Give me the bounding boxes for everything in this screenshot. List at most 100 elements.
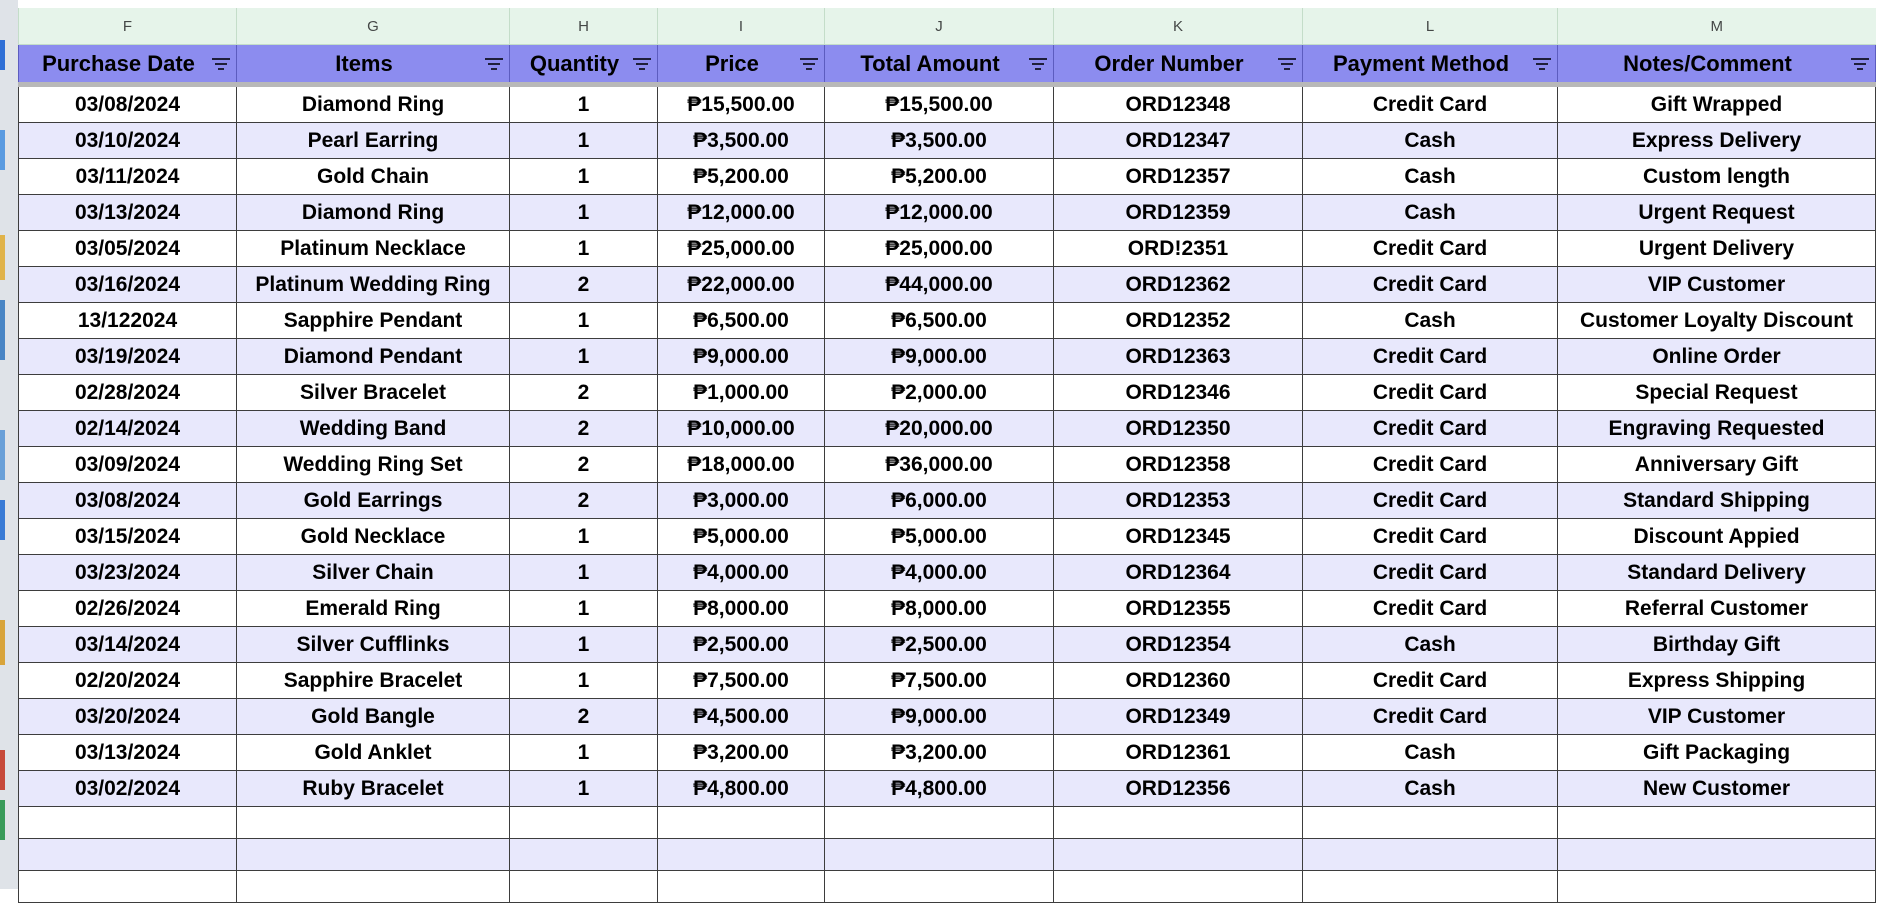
cell-price[interactable]: ₱3,000.00 (657, 482, 825, 519)
cell-order-number[interactable]: ORD12353 (1053, 482, 1303, 519)
cell-quantity[interactable]: 2 (509, 410, 658, 447)
cell-items[interactable]: Gold Necklace (236, 518, 510, 555)
cell-total-amount[interactable]: ₱25,000.00 (824, 230, 1054, 267)
filter-icon[interactable] (1029, 58, 1047, 72)
cell-purchase-date[interactable]: 03/11/2024 (18, 158, 237, 195)
filter-icon[interactable] (633, 58, 651, 72)
cell-price[interactable]: ₱10,000.00 (657, 410, 825, 447)
column-header-i[interactable]: I (657, 8, 825, 45)
header-cell-price[interactable]: Price (657, 44, 825, 87)
cell-items[interactable]: Diamond Pendant (236, 338, 510, 375)
cell-order-number[interactable]: ORD12355 (1053, 590, 1303, 627)
cell-order-number[interactable]: ORD12354 (1053, 626, 1303, 663)
cell-purchase-date[interactable]: 03/08/2024 (18, 84, 237, 123)
cell-notes-comment[interactable]: Gift Packaging (1557, 734, 1876, 771)
cell-total-amount[interactable]: ₱3,200.00 (824, 734, 1054, 771)
empty-cell[interactable] (1053, 806, 1303, 839)
cell-order-number[interactable]: ORD12349 (1053, 698, 1303, 735)
cell-notes-comment[interactable]: Engraving Requested (1557, 410, 1876, 447)
cell-total-amount[interactable]: ₱44,000.00 (824, 266, 1054, 303)
empty-cell[interactable] (1557, 806, 1876, 839)
cell-purchase-date[interactable]: 03/10/2024 (18, 122, 237, 159)
header-cell-payment-method[interactable]: Payment Method (1302, 44, 1558, 87)
cell-price[interactable]: ₱1,000.00 (657, 374, 825, 411)
cell-quantity[interactable]: 1 (509, 194, 658, 231)
cell-quantity[interactable]: 2 (509, 374, 658, 411)
cell-purchase-date[interactable]: 02/28/2024 (18, 374, 237, 411)
cell-total-amount[interactable]: ₱8,000.00 (824, 590, 1054, 627)
cell-items[interactable]: Gold Anklet (236, 734, 510, 771)
cell-purchase-date[interactable]: 03/08/2024 (18, 482, 237, 519)
cell-total-amount[interactable]: ₱6,000.00 (824, 482, 1054, 519)
cell-payment-method[interactable]: Credit Card (1302, 266, 1558, 303)
cell-items[interactable]: Silver Chain (236, 554, 510, 591)
cell-total-amount[interactable]: ₱5,000.00 (824, 518, 1054, 555)
empty-cell[interactable] (18, 806, 237, 839)
cell-notes-comment[interactable]: Urgent Request (1557, 194, 1876, 231)
cell-price[interactable]: ₱12,000.00 (657, 194, 825, 231)
cell-order-number[interactable]: ORD12364 (1053, 554, 1303, 591)
cell-price[interactable]: ₱3,200.00 (657, 734, 825, 771)
cell-items[interactable]: Ruby Bracelet (236, 770, 510, 807)
empty-cell[interactable] (236, 870, 510, 903)
filter-icon[interactable] (1533, 58, 1551, 72)
cell-items[interactable]: Gold Bangle (236, 698, 510, 735)
header-cell-notes-comment[interactable]: Notes/Comment (1557, 44, 1876, 87)
filter-icon[interactable] (800, 58, 818, 72)
cell-price[interactable]: ₱2,500.00 (657, 626, 825, 663)
empty-cell[interactable] (18, 838, 237, 871)
cell-quantity[interactable]: 1 (509, 302, 658, 339)
empty-cell[interactable] (1557, 870, 1876, 903)
spreadsheet-grid[interactable]: FGHIJKLM Purchase Date Items Quantity Price… (18, 8, 1876, 903)
empty-cell[interactable] (509, 838, 658, 871)
cell-payment-method[interactable]: Cash (1302, 626, 1558, 663)
empty-cell[interactable] (824, 870, 1054, 903)
cell-price[interactable]: ₱8,000.00 (657, 590, 825, 627)
cell-quantity[interactable]: 1 (509, 122, 658, 159)
cell-order-number[interactable]: ORD12360 (1053, 662, 1303, 699)
empty-cell[interactable] (657, 870, 825, 903)
cell-total-amount[interactable]: ₱4,000.00 (824, 554, 1054, 591)
cell-quantity[interactable]: 1 (509, 590, 658, 627)
cell-payment-method[interactable]: Cash (1302, 122, 1558, 159)
cell-total-amount[interactable]: ₱12,000.00 (824, 194, 1054, 231)
cell-notes-comment[interactable]: Standard Delivery (1557, 554, 1876, 591)
column-header-f[interactable]: F (18, 8, 237, 45)
cell-payment-method[interactable]: Credit Card (1302, 482, 1558, 519)
cell-quantity[interactable]: 1 (509, 626, 658, 663)
cell-items[interactable]: Diamond Ring (236, 194, 510, 231)
cell-items[interactable]: Sapphire Bracelet (236, 662, 510, 699)
header-cell-total-amount[interactable]: Total Amount (824, 44, 1054, 87)
cell-purchase-date[interactable]: 02/26/2024 (18, 590, 237, 627)
cell-items[interactable]: Silver Bracelet (236, 374, 510, 411)
cell-items[interactable]: Emerald Ring (236, 590, 510, 627)
empty-cell[interactable] (824, 838, 1054, 871)
cell-order-number[interactable]: ORD12361 (1053, 734, 1303, 771)
cell-purchase-date[interactable]: 03/02/2024 (18, 770, 237, 807)
cell-order-number[interactable]: ORD12357 (1053, 158, 1303, 195)
cell-purchase-date[interactable]: 03/13/2024 (18, 194, 237, 231)
cell-price[interactable]: ₱7,500.00 (657, 662, 825, 699)
cell-quantity[interactable]: 2 (509, 698, 658, 735)
cell-quantity[interactable]: 2 (509, 266, 658, 303)
cell-quantity[interactable]: 1 (509, 554, 658, 591)
cell-price[interactable]: ₱6,500.00 (657, 302, 825, 339)
cell-notes-comment[interactable]: Discount Appied (1557, 518, 1876, 555)
cell-payment-method[interactable]: Cash (1302, 770, 1558, 807)
cell-payment-method[interactable]: Cash (1302, 734, 1558, 771)
cell-total-amount[interactable]: ₱36,000.00 (824, 446, 1054, 483)
cell-notes-comment[interactable]: Special Request (1557, 374, 1876, 411)
cell-purchase-date[interactable]: 02/20/2024 (18, 662, 237, 699)
cell-notes-comment[interactable]: Referral Customer (1557, 590, 1876, 627)
cell-payment-method[interactable]: Credit Card (1302, 230, 1558, 267)
cell-payment-method[interactable]: Credit Card (1302, 698, 1558, 735)
cell-price[interactable]: ₱3,500.00 (657, 122, 825, 159)
cell-notes-comment[interactable]: Urgent Delivery (1557, 230, 1876, 267)
cell-order-number[interactable]: ORD12362 (1053, 266, 1303, 303)
cell-notes-comment[interactable]: VIP Customer (1557, 698, 1876, 735)
cell-items[interactable]: Gold Earrings (236, 482, 510, 519)
cell-notes-comment[interactable]: VIP Customer (1557, 266, 1876, 303)
cell-quantity[interactable]: 1 (509, 158, 658, 195)
cell-payment-method[interactable]: Cash (1302, 158, 1558, 195)
cell-quantity[interactable]: 1 (509, 770, 658, 807)
